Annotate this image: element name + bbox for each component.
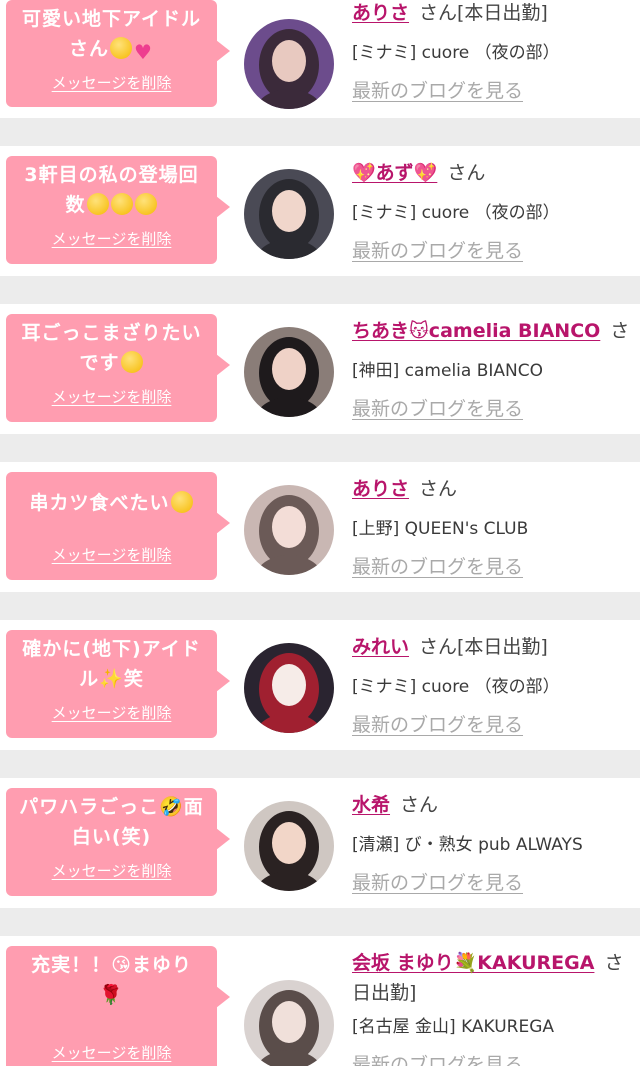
latest-blog-link[interactable]: 最新のブログを見る <box>352 394 523 421</box>
flushed-face-emoji <box>110 37 133 59</box>
latest-blog-link[interactable]: 最新のブログを見る <box>352 552 523 579</box>
profile-avatar[interactable] <box>244 19 334 109</box>
name-suffix: さん[本日出勤] <box>419 2 548 24</box>
profile-avatar[interactable] <box>244 485 334 575</box>
message-card: パワハラごっこ🤣面 白い(笑) メッセージを削除 水希 さん [清瀬] び・熟女 pub … <box>0 778 640 908</box>
name-line: 会坂 まゆり💐KAKUREGA さ <box>352 948 640 978</box>
message-line: ル✨笑 <box>79 668 144 690</box>
message-line: 3軒目の私の登場回 <box>24 164 199 186</box>
shop-info: [ミナミ] cuore （夜の部） <box>352 677 560 697</box>
name-suffix: さん <box>447 162 486 184</box>
profile-avatar[interactable] <box>244 169 334 259</box>
profile-avatar[interactable] <box>244 980 334 1066</box>
message-bubble: 3軒目の私の登場回数メッセージを削除 <box>6 156 230 264</box>
profile-avatar[interactable] <box>244 327 334 417</box>
message-line: 串カツ食べたい <box>29 492 170 514</box>
delete-message-link[interactable]: メッセージを削除 <box>6 702 217 723</box>
rolling-laughing-emoji <box>86 193 109 215</box>
avatar-photo <box>244 169 334 259</box>
smiling-hearts-emoji <box>120 351 143 373</box>
latest-blog-link[interactable]: 最新のブログを見る <box>352 236 523 263</box>
message-bubble: 可愛い地下アイドルさん ♥ メッセージを削除 <box>6 0 230 107</box>
shop-info: [神田] camelia BIANCO <box>352 361 543 381</box>
name-suffix: さ <box>610 320 630 342</box>
cast-name-link[interactable]: ちあき😽camelia BIANCO <box>352 320 600 342</box>
name-suffix: さん <box>419 478 458 500</box>
avatar-photo <box>244 801 334 891</box>
message-card: 充実！！😘まゆり 🌹 メッセージを削除 会坂 まゆり💐KAKUREGA さ日出勤] [名古… <box>0 936 640 1066</box>
message-text: 3軒目の私の登場回数 <box>14 160 209 220</box>
name-continuation: 日出勤] <box>352 982 417 1004</box>
message-card: 可愛い地下アイドルさん ♥ メッセージを削除 ありさ さん[本日出勤] [ミナミ] cuo… <box>0 0 640 118</box>
avatar-photo <box>244 19 334 109</box>
latest-blog-link[interactable]: 最新のブログを見る <box>352 710 523 737</box>
message-card: 確かに(地下)アイド ル✨笑メッセージを削除 みれい さん[本日出勤] [ミナミ] cu… <box>0 620 640 750</box>
profile-avatar[interactable] <box>244 801 334 891</box>
message-line: 可愛い地下アイドル <box>21 8 202 30</box>
shop-info: [ミナミ] cuore （夜の部） <box>352 43 560 63</box>
avatar-photo <box>244 485 334 575</box>
message-bubble: 串カツ食べたいメッセージを削除 <box>6 472 230 580</box>
sparkling-heart-emoji: ♥ <box>134 40 153 64</box>
message-text: 確かに(地下)アイド ル✨笑 <box>14 634 209 694</box>
message-line: 確かに(地下)アイド <box>22 638 201 660</box>
shop-info: [清瀬] び・熟女 pub ALWAYS <box>352 835 583 855</box>
name-line: 水希 さん <box>352 790 640 820</box>
cast-name-link[interactable]: 会坂 まゆり💐KAKUREGA <box>352 952 594 974</box>
cast-name-link[interactable]: みれい <box>352 636 409 658</box>
message-line: 充実！！😘まゆり <box>31 954 192 976</box>
delete-message-link[interactable]: メッセージを削除 <box>6 72 217 93</box>
cast-name-link[interactable]: 💖あず💖 <box>352 162 437 184</box>
latest-blog-link[interactable]: 最新のブログを見る <box>352 1050 523 1066</box>
delete-message-link[interactable]: メッセージを削除 <box>6 386 217 407</box>
latest-blog-link[interactable]: 最新のブログを見る <box>352 868 523 895</box>
message-text: 充実！！😘まゆり 🌹 <box>14 950 209 1010</box>
name-suffix: さ <box>604 952 624 974</box>
message-bubble: パワハラごっこ🤣面 白い(笑) メッセージを削除 <box>6 788 230 896</box>
message-text: 可愛い地下アイドルさん ♥ <box>14 4 209 67</box>
message-bubble: 確かに(地下)アイド ル✨笑メッセージを削除 <box>6 630 230 738</box>
message-line: さん <box>69 38 110 60</box>
cast-name-link[interactable]: ありさ <box>352 478 409 500</box>
message-card: 串カツ食べたいメッセージを削除 ありさ さん [上野] QUEEN's CLUB 最新の… <box>0 462 640 592</box>
name-suffix: さん[本日出勤] <box>419 636 548 658</box>
message-line: パワハラごっこ🤣面 <box>19 796 204 818</box>
message-bubble: 耳ごっこまざりたいですメッセージを削除 <box>6 314 230 422</box>
rolling-laughing-emoji <box>134 193 157 215</box>
message-list: 可愛い地下アイドル さん ♥ メッセージを削除 ありさ さん[本日出勤] [ミナミ] cuo… <box>0 0 640 1066</box>
cast-name-link[interactable]: ありさ <box>352 2 409 24</box>
delete-message-link[interactable]: メッセージを削除 <box>6 860 217 881</box>
avatar-photo <box>244 327 334 417</box>
latest-blog-link[interactable]: 最新のブログを見る <box>352 76 523 103</box>
rolling-laughing-emoji <box>110 193 133 215</box>
message-card: 3軒目の私の登場回数メッセージを削除 💖あず💖 さん [ミナミ] cuore （夜の部… <box>0 146 640 276</box>
message-line: です <box>79 352 120 374</box>
heart-eyes-emoji <box>170 491 193 513</box>
message-line: 🌹 <box>99 984 124 1006</box>
name-suffix: さん <box>400 794 439 816</box>
message-text: パワハラごっこ🤣面 白い(笑) <box>14 792 209 852</box>
profile-avatar[interactable] <box>244 643 334 733</box>
message-text: 耳ごっこまざりたいです <box>14 318 209 378</box>
avatar-photo <box>244 980 334 1066</box>
name-line: ありさ さん[本日出勤] <box>352 0 640 28</box>
message-text: 串カツ食べたい <box>14 488 209 518</box>
name-line: 💖あず💖 さん <box>352 158 640 188</box>
name-line: みれい さん[本日出勤] <box>352 632 640 662</box>
delete-message-link[interactable]: メッセージを削除 <box>6 228 217 249</box>
message-card: 耳ごっこまざりたいですメッセージを削除 ちあき😽camelia BIANCO さ [神… <box>0 304 640 434</box>
name-line: ありさ さん <box>352 474 640 504</box>
message-line: 耳ごっこまざりたい <box>21 322 202 344</box>
avatar-photo <box>244 643 334 733</box>
message-bubble: 充実！！😘まゆり 🌹 メッセージを削除 <box>6 946 230 1066</box>
cast-name-link[interactable]: 水希 <box>352 794 390 816</box>
shop-info: [ミナミ] cuore （夜の部） <box>352 203 560 223</box>
message-line: 数 <box>65 194 86 216</box>
name-line: ちあき😽camelia BIANCO さ <box>352 316 640 346</box>
message-line: 白い(笑) <box>71 826 152 848</box>
delete-message-link[interactable]: メッセージを削除 <box>6 544 217 565</box>
shop-info: [上野] QUEEN's CLUB <box>352 519 529 539</box>
delete-message-link[interactable]: メッセージを削除 <box>6 1042 217 1063</box>
shop-info: [名古屋 金山] KAKUREGA <box>352 1017 555 1037</box>
